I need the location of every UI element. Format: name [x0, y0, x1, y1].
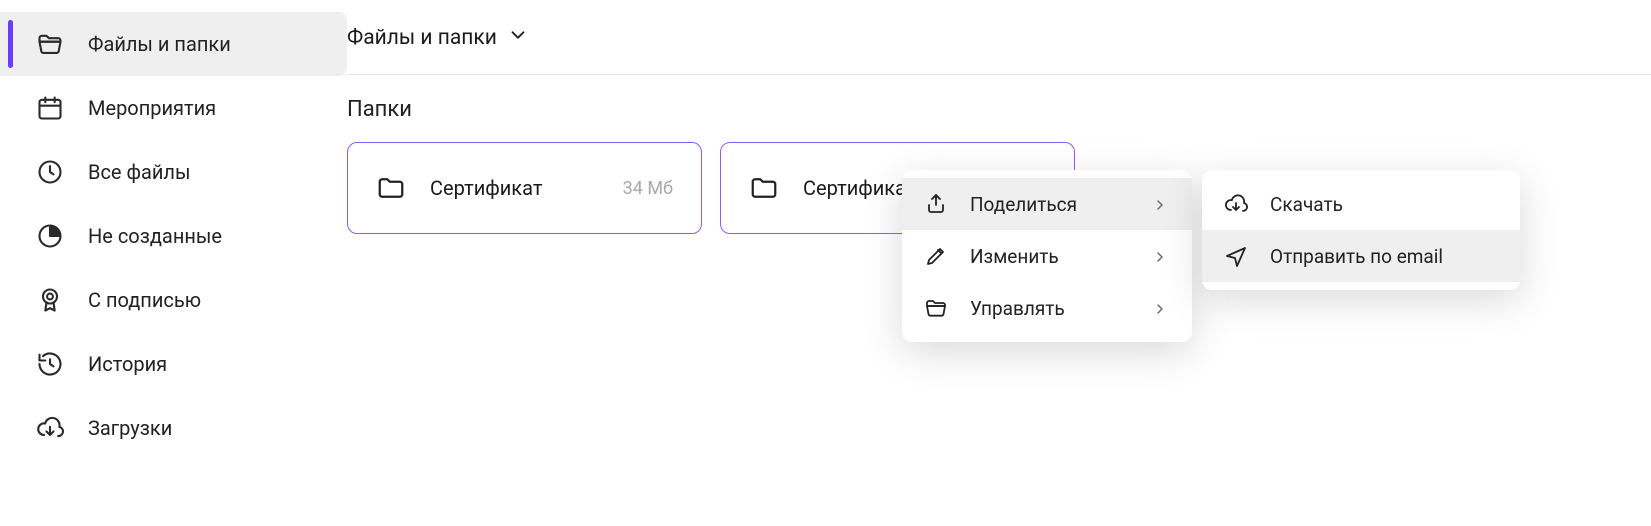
sidebar-item-events[interactable]: Мероприятия: [0, 76, 347, 140]
submenu-item-send-email[interactable]: Отправить по email: [1202, 230, 1520, 282]
sidebar-item-label: Все файлы: [88, 160, 191, 184]
menu-item-manage[interactable]: Управлять: [902, 282, 1192, 334]
menu-item-edit[interactable]: Изменить: [902, 230, 1192, 282]
sidebar-item-all-files[interactable]: Все файлы: [0, 140, 347, 204]
folder-icon: [749, 173, 779, 203]
sidebar-item-label: С подписью: [88, 288, 201, 312]
sidebar-item-files-and-folders[interactable]: Файлы и папки: [0, 12, 347, 76]
clock-icon: [36, 158, 64, 186]
badge-icon: [36, 286, 64, 314]
folder-open-icon: [36, 30, 64, 58]
breadcrumb[interactable]: Файлы и папки: [347, 24, 1651, 75]
calendar-icon: [36, 94, 64, 122]
sidebar-item-label: Файлы и папки: [88, 32, 231, 56]
submenu-item-download[interactable]: Скачать: [1202, 178, 1520, 230]
sidebar: Файлы и папки Мероприятия Все файлы Не с…: [0, 0, 347, 526]
chevron-right-icon: [1152, 299, 1170, 317]
menu-item-label: Управлять: [970, 297, 1130, 320]
pencil-icon: [924, 244, 948, 268]
chevron-down-icon: [507, 24, 529, 52]
sidebar-item-signed[interactable]: С подписью: [0, 268, 347, 332]
sidebar-item-downloads[interactable]: Загрузки: [0, 396, 347, 460]
breadcrumb-label: Файлы и папки: [347, 26, 497, 50]
folder-open-icon: [924, 296, 948, 320]
history-icon: [36, 350, 64, 378]
sidebar-item-not-created[interactable]: Не созданные: [0, 204, 347, 268]
sidebar-item-label: История: [88, 352, 167, 376]
folder-name: Сертификат: [430, 176, 599, 200]
context-submenu: Скачать Отправить по email: [1202, 170, 1520, 290]
sidebar-item-history[interactable]: История: [0, 332, 347, 396]
menu-item-label: Изменить: [970, 245, 1130, 268]
chevron-right-icon: [1152, 247, 1170, 265]
sidebar-item-label: Мероприятия: [88, 96, 216, 120]
context-menu: Поделиться Изменить Управлять: [902, 170, 1192, 342]
send-icon: [1224, 244, 1248, 268]
main-content: Файлы и папки Папки Сертификат 34 Мб Сер…: [347, 0, 1651, 526]
cloud-download-icon: [1224, 192, 1248, 216]
menu-item-label: Поделиться: [970, 193, 1130, 216]
pie-icon: [36, 222, 64, 250]
menu-item-share[interactable]: Поделиться: [902, 178, 1192, 230]
submenu-item-label: Отправить по email: [1270, 245, 1498, 268]
sidebar-item-label: Загрузки: [88, 416, 172, 440]
folder-icon: [376, 173, 406, 203]
folder-size: 34 Мб: [623, 178, 673, 199]
folder-card[interactable]: Сертификат 34 Мб: [347, 142, 702, 234]
section-title: Папки: [347, 97, 1651, 122]
share-icon: [924, 192, 948, 216]
cloud-download-icon: [36, 414, 64, 442]
chevron-right-icon: [1152, 195, 1170, 213]
sidebar-item-label: Не созданные: [88, 224, 222, 248]
submenu-item-label: Скачать: [1270, 193, 1498, 216]
